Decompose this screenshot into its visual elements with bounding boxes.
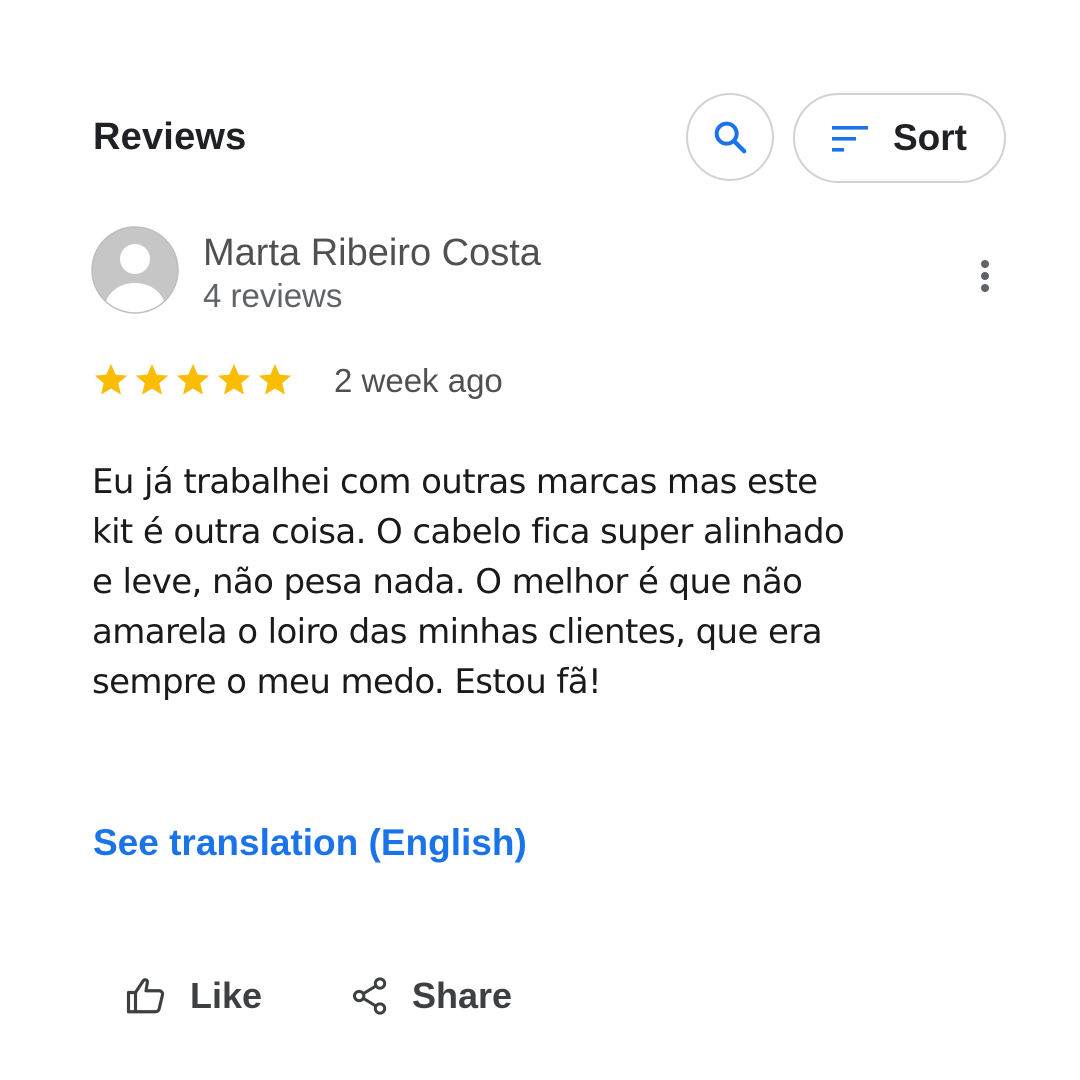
star-rating [92,361,294,399]
like-button[interactable]: Like [124,975,262,1017]
sort-button[interactable]: Sort [793,93,1006,183]
star-icon [217,363,251,395]
like-label: Like [190,975,263,1016]
reviews-heading: Reviews [93,116,247,158]
avatar-icon[interactable] [91,226,179,314]
reviewer-name[interactable]: Marta Ribeiro Costa [203,232,541,275]
share-icon [353,977,387,1015]
share-label: Share [412,975,513,1016]
thumb-up-icon [126,978,165,1014]
sort-icon [832,126,868,152]
star-icon [258,363,292,395]
sort-label: Sort [893,117,967,158]
star-icon [135,363,169,395]
reviewer-review-count: 4 reviews [203,277,343,314]
see-translation-link[interactable]: See translation (English) [93,822,527,864]
star-icon [94,363,128,395]
review-text: Eu já trabalhei com outras marcas mas es… [92,462,845,702]
more-vert-icon [981,260,989,292]
star-icon [176,363,210,395]
search-icon [714,121,747,154]
search-reviews-button[interactable] [686,93,774,181]
more-options-button[interactable] [966,253,1004,299]
share-button[interactable]: Share [350,975,512,1017]
review-date: 2 week ago [334,362,503,399]
